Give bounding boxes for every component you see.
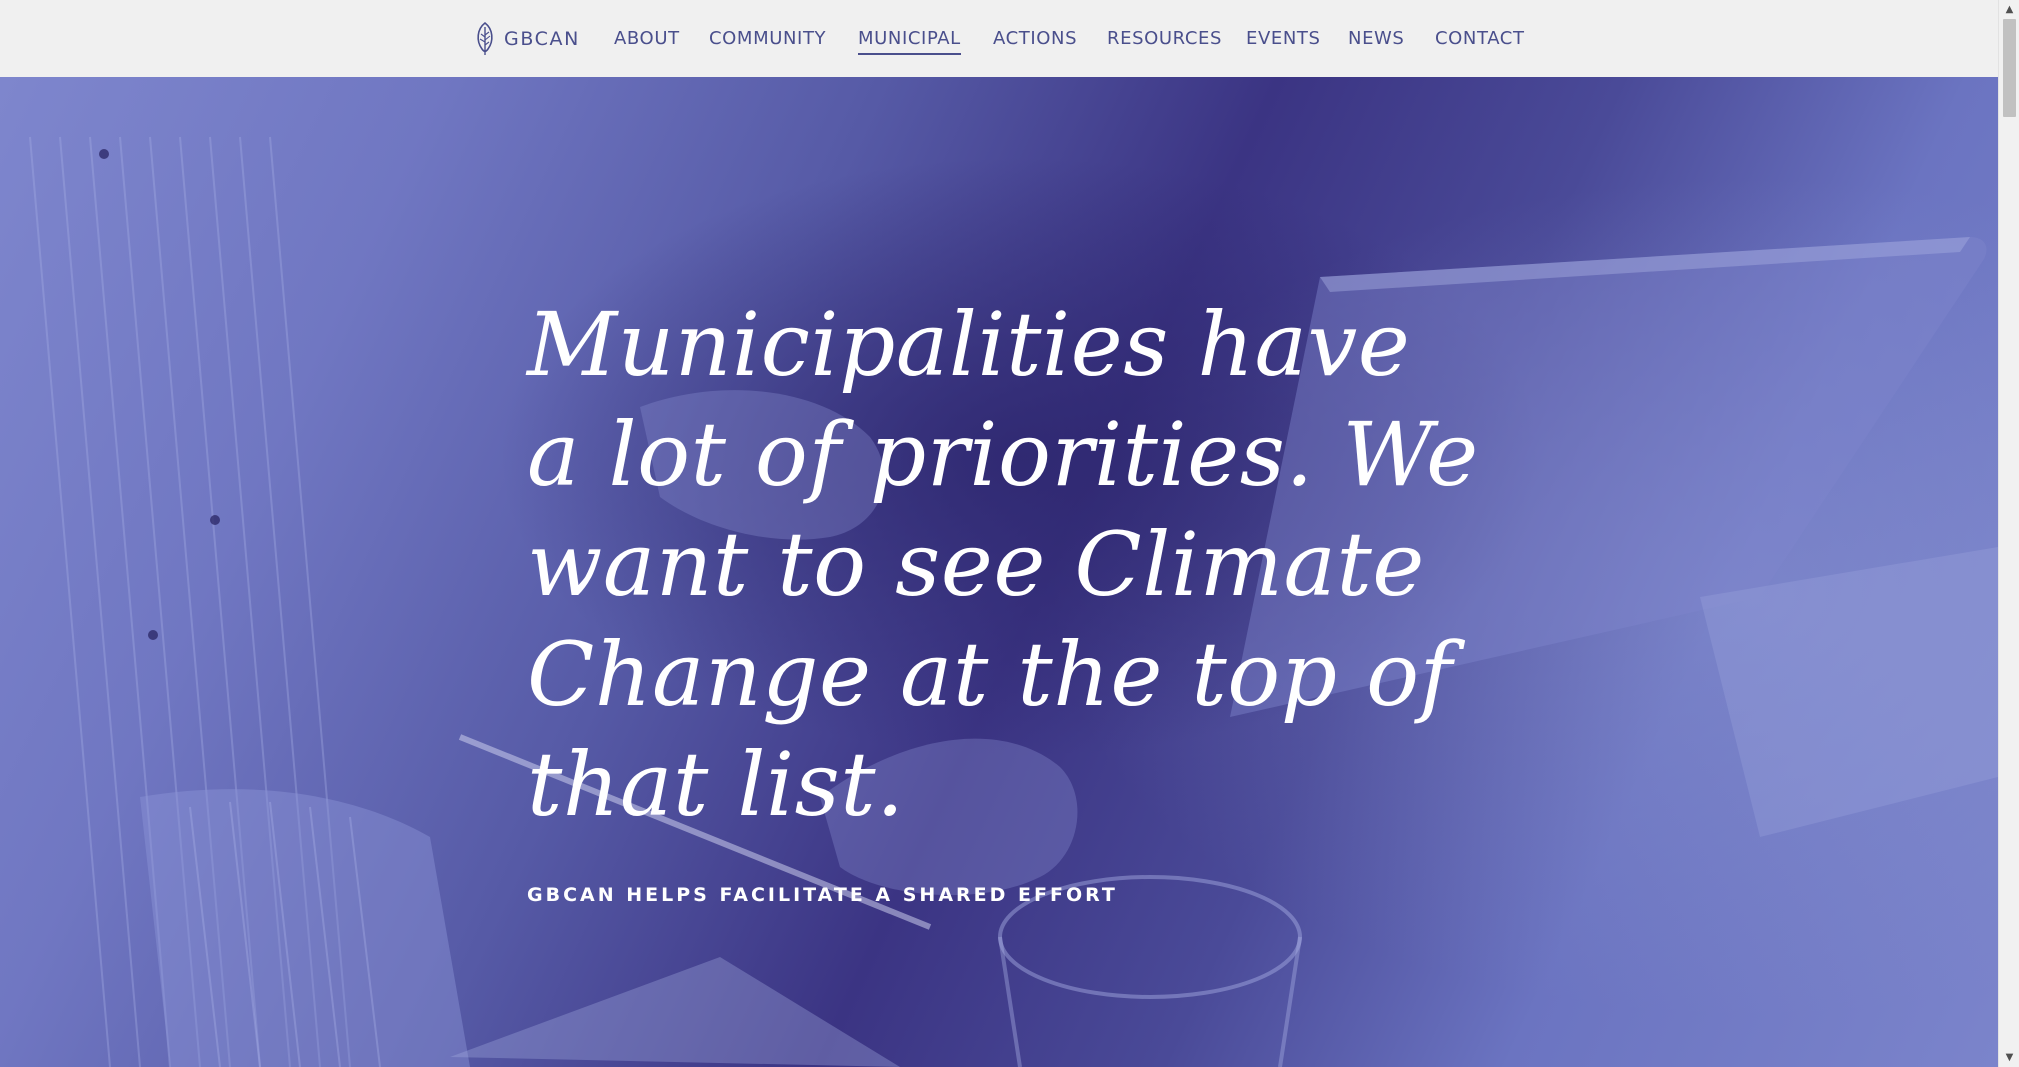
- vertical-scrollbar[interactable]: ▲ ▼: [1998, 0, 2019, 1067]
- scroll-up-arrow-icon[interactable]: ▲: [1999, 1, 2019, 18]
- brand-name: GBCAN: [504, 28, 580, 50]
- nav-item-about[interactable]: ABOUT: [614, 26, 680, 52]
- nav-item-community[interactable]: COMMUNITY: [709, 26, 826, 52]
- scrollbar-thumb[interactable]: [2003, 19, 2016, 117]
- browser-viewport: GBCAN ABOUT COMMUNITY MUNICIPAL ACTIONS …: [0, 0, 1998, 1067]
- nav-item-resources[interactable]: RESOURCES: [1107, 26, 1222, 52]
- nav-item-events[interactable]: EVENTS: [1246, 26, 1321, 52]
- leaf-icon: [474, 21, 496, 57]
- nav-item-contact[interactable]: CONTACT: [1435, 26, 1525, 52]
- hero-section: Municipalities have a lot of priorities.…: [0, 77, 1998, 1067]
- hero-copy: Municipalities have a lot of priorities.…: [527, 290, 1487, 906]
- hero-subheadline: GBCAN HELPS FACILITATE A SHARED EFFORT: [527, 884, 1118, 906]
- top-navigation-bar: GBCAN ABOUT COMMUNITY MUNICIPAL ACTIONS …: [0, 0, 1998, 77]
- brand-logo-link[interactable]: GBCAN: [474, 18, 580, 60]
- nav-item-actions[interactable]: ACTIONS: [993, 26, 1077, 52]
- nav-item-news[interactable]: NEWS: [1348, 26, 1404, 52]
- scroll-down-arrow-icon[interactable]: ▼: [1999, 1049, 2019, 1066]
- hero-headline: Municipalities have a lot of priorities.…: [527, 293, 1479, 836]
- nav-item-municipal[interactable]: MUNICIPAL: [858, 26, 961, 55]
